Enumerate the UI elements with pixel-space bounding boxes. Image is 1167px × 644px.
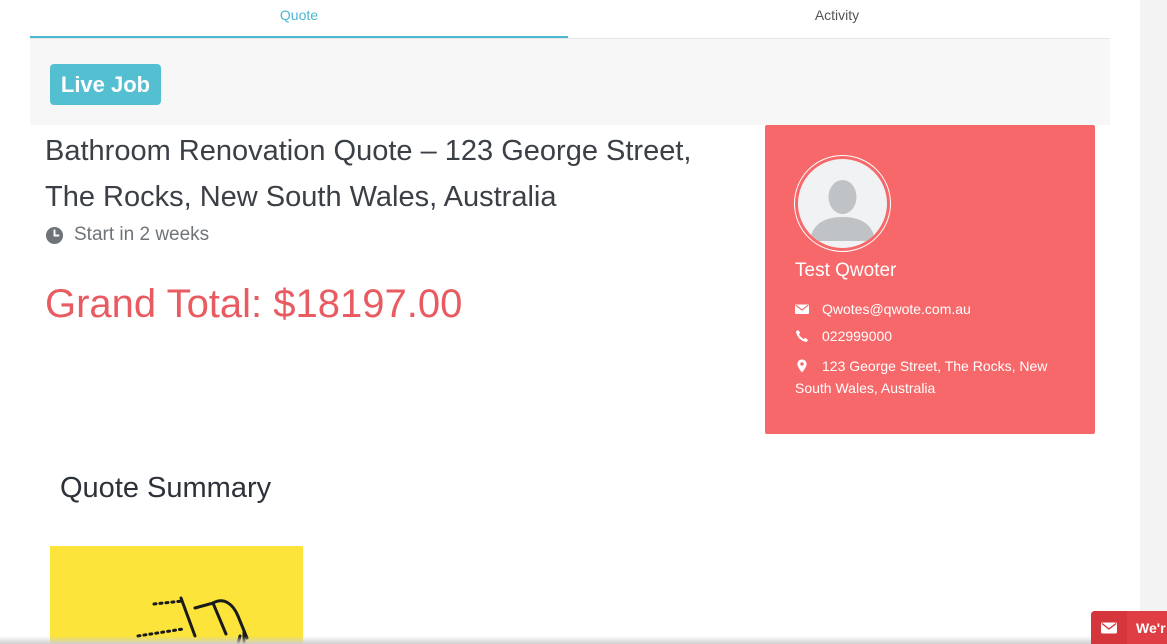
user-silhouette-icon	[810, 180, 875, 241]
tab-activity[interactable]: Activity	[568, 0, 1106, 36]
clock-icon	[45, 226, 64, 245]
status-badge: Live Job	[50, 64, 161, 105]
envelope-icon	[795, 302, 809, 316]
page-gutter	[1111, 0, 1140, 644]
chat-launcher[interactable]: We'r	[1091, 611, 1167, 644]
contact-phone[interactable]: 022999000	[795, 328, 892, 344]
contact-address-text: 123 George Street, The Rocks, New South …	[795, 358, 1048, 396]
envelope-icon	[1091, 611, 1127, 644]
quote-summary-title: Quote Summary	[60, 472, 272, 504]
tab-bar: Quote Activity	[30, 0, 1110, 39]
tab-quote[interactable]: Quote	[30, 0, 568, 38]
map-pin-icon	[795, 357, 809, 373]
start-info: Start in 2 weeks	[45, 222, 209, 248]
contact-address: 123 George Street, The Rocks, New South …	[795, 355, 1070, 399]
contact-email-text[interactable]: Qwotes@qwote.com.au	[822, 301, 971, 317]
phone-icon	[795, 329, 809, 343]
bottom-fade	[0, 636, 1091, 644]
scroll-track[interactable]	[1140, 0, 1167, 644]
contact-card: Test Qwoter Qwotes@qwote.com.au 02299900…	[765, 125, 1095, 434]
summary-thumbnail[interactable]	[50, 546, 303, 644]
grand-total: Grand Total: $18197.00	[45, 282, 463, 326]
start-text: Start in 2 weeks	[74, 224, 210, 245]
tools-illustration-icon	[136, 596, 249, 644]
avatar	[794, 155, 891, 252]
contact-name: Test Qwoter	[795, 260, 897, 281]
chat-label[interactable]: We'r	[1127, 620, 1166, 636]
contact-email[interactable]: Qwotes@qwote.com.au	[795, 301, 971, 317]
contact-phone-text[interactable]: 022999000	[822, 328, 892, 344]
status-band: Live Job	[30, 39, 1110, 125]
page-title: Bathroom Renovation Quote – 123 George S…	[45, 135, 692, 213]
